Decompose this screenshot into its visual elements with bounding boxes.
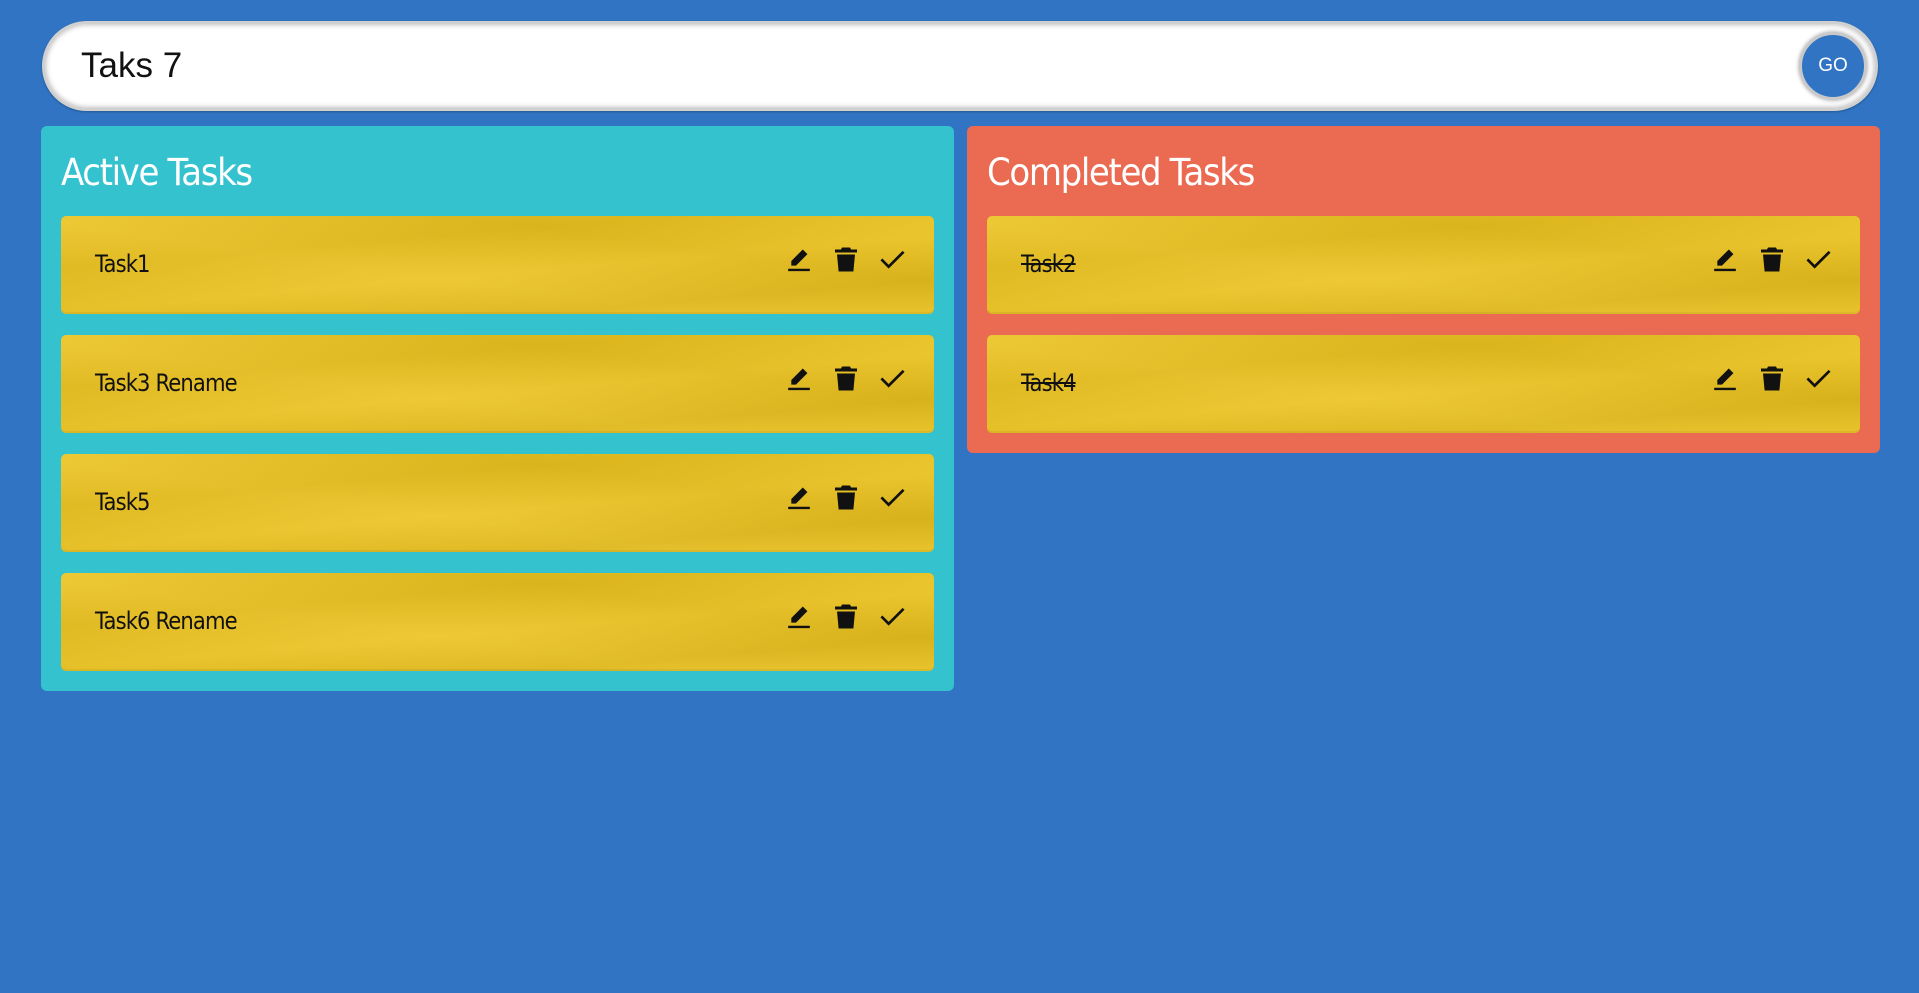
completed-tasks-panel: Completed Tasks Task2 Task4 [967, 126, 1880, 453]
check-icon[interactable] [879, 244, 906, 274]
task-input[interactable] [81, 24, 1771, 108]
task-label: Task2 [1021, 250, 1077, 278]
task-actions [785, 363, 906, 393]
task-label: Task1 [95, 250, 151, 278]
pencil-icon[interactable] [785, 601, 812, 631]
task-actions [785, 601, 906, 631]
active-tasks-panel: Active Tasks Task1 Task3 Rename Task5 Ta… [41, 126, 954, 691]
task-actions [1711, 363, 1832, 393]
task-card: Task6 Rename [61, 573, 934, 671]
task-label: Task4 [1021, 369, 1077, 397]
completed-task-list: Task2 Task4 [987, 216, 1860, 433]
task-actions [1711, 244, 1832, 274]
trash-icon[interactable] [1758, 363, 1785, 393]
pencil-icon[interactable] [1711, 363, 1738, 393]
trash-icon[interactable] [832, 244, 859, 274]
go-button[interactable]: GO [1799, 32, 1867, 100]
task-card: Task1 [61, 216, 934, 314]
search-bar: GO [42, 21, 1878, 111]
task-label: Task5 [95, 488, 151, 516]
task-card: Task2 [987, 216, 1860, 314]
active-task-list: Task1 Task3 Rename Task5 Task6 Rename [61, 216, 934, 671]
check-icon[interactable] [879, 482, 906, 512]
trash-icon[interactable] [832, 482, 859, 512]
pencil-icon[interactable] [1711, 244, 1738, 274]
task-card: Task5 [61, 454, 934, 552]
trash-icon[interactable] [832, 601, 859, 631]
task-label: Task6 Rename [95, 607, 238, 635]
check-icon[interactable] [1805, 244, 1832, 274]
task-card: Task4 [987, 335, 1860, 433]
trash-icon[interactable] [1758, 244, 1785, 274]
task-actions [785, 482, 906, 512]
task-label: Task3 Rename [95, 369, 238, 397]
pencil-icon[interactable] [785, 363, 812, 393]
task-actions [785, 244, 906, 274]
pencil-icon[interactable] [785, 244, 812, 274]
pencil-icon[interactable] [785, 482, 812, 512]
trash-icon[interactable] [832, 363, 859, 393]
active-tasks-title: Active Tasks [61, 151, 253, 194]
task-card: Task3 Rename [61, 335, 934, 433]
check-icon[interactable] [879, 363, 906, 393]
completed-tasks-title: Completed Tasks [987, 151, 1255, 194]
check-icon[interactable] [1805, 363, 1832, 393]
check-icon[interactable] [879, 601, 906, 631]
